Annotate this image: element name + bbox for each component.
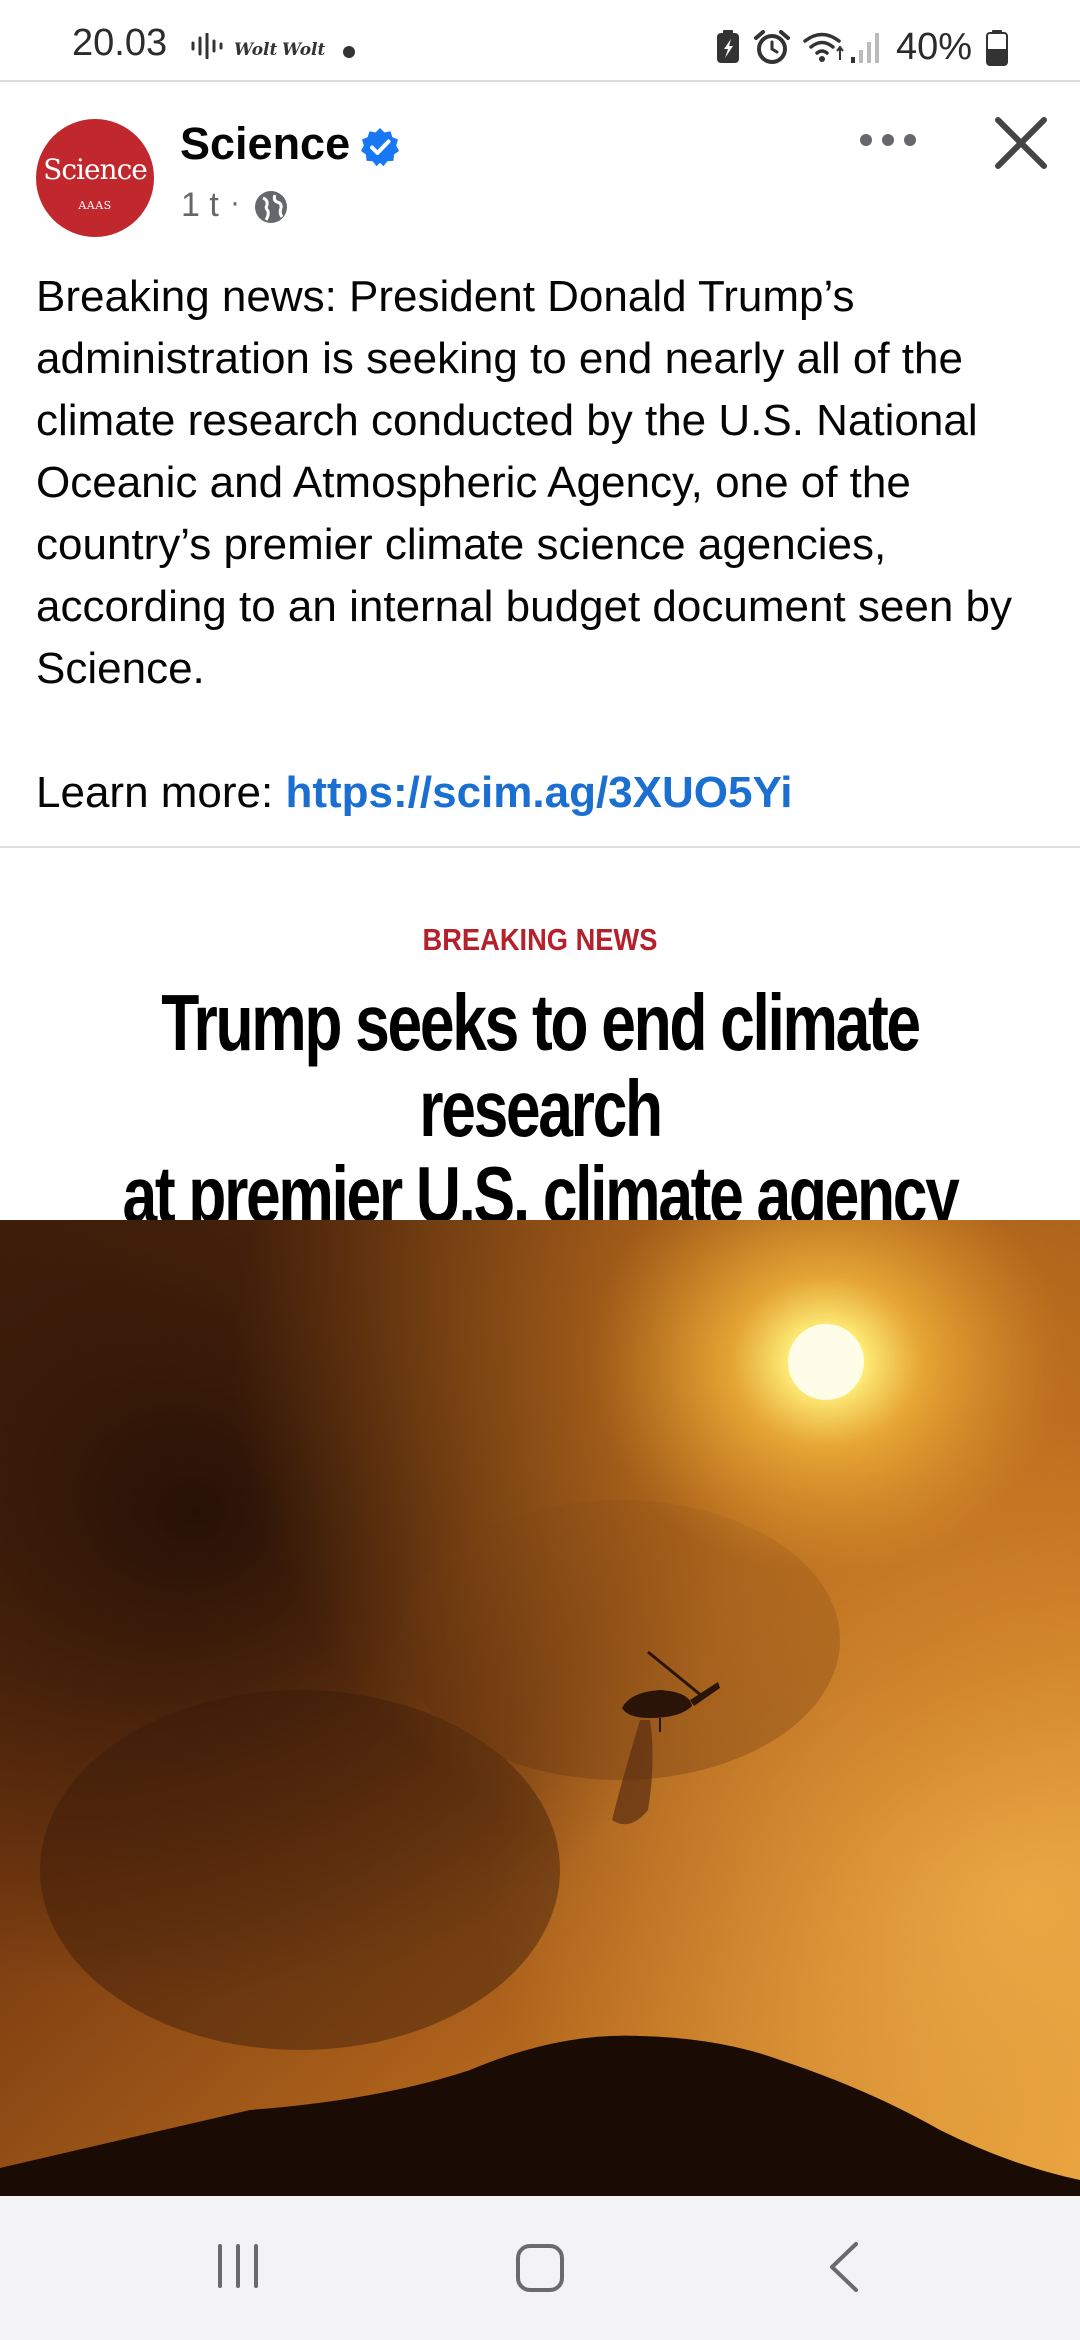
avatar[interactable]: Science AAAS — [36, 119, 154, 237]
globe-icon — [255, 191, 287, 223]
close-icon[interactable] — [990, 112, 1052, 174]
navigation-bar — [0, 2196, 1080, 2340]
battery-saver-icon — [717, 30, 739, 63]
back-icon[interactable] — [826, 2240, 862, 2294]
divider — [0, 846, 1080, 848]
wolt-icon: Wolt — [282, 40, 326, 60]
preview-kicker[interactable]: BREAKING NEWS — [65, 922, 1015, 958]
alarm-icon — [754, 30, 790, 64]
post-timestamp[interactable]: 1 t — [181, 186, 219, 225]
timestamp-separator: · — [230, 186, 240, 219]
notification-dot-icon — [343, 46, 355, 58]
voice-recorder-icon — [191, 33, 223, 59]
home-icon[interactable] — [514, 2242, 566, 2294]
post-text: Breaking news: President Donald Trump’s … — [36, 272, 1012, 693]
verified-icon — [361, 128, 399, 167]
wifi-icon — [803, 32, 844, 62]
signal-icon — [851, 33, 879, 63]
battery-icon — [986, 30, 1008, 66]
avatar-logo-subtext: AAAS — [78, 199, 112, 212]
preview-headline[interactable]: Trump seeks to end climate research at pr… — [119, 980, 961, 1238]
more-options-button[interactable] — [856, 120, 920, 160]
status-time: 20.03 — [72, 22, 168, 64]
battery-percentage: 40% — [896, 26, 973, 68]
more-icon — [860, 134, 872, 146]
author-name[interactable]: Science — [180, 118, 350, 170]
learn-more-label: Learn more: — [36, 768, 286, 817]
recent-apps-icon[interactable] — [214, 2242, 262, 2290]
avatar-logo-text: Science — [43, 153, 148, 186]
more-icon — [882, 134, 894, 146]
headline-line: Trump seeks to end climate research — [161, 978, 921, 1153]
wolt-icon: Wolt — [234, 40, 278, 60]
learn-more-line: Learn more: https://scim.ag/3XUO5Yi — [36, 762, 792, 824]
status-bar: 20.03 Wolt Wolt 40% — [0, 0, 1080, 82]
post-link[interactable]: https://scim.ag/3XUO5Yi — [285, 768, 792, 817]
more-icon — [904, 134, 916, 146]
wildfire-helicopter-photo[interactable] — [0, 1220, 1080, 2196]
